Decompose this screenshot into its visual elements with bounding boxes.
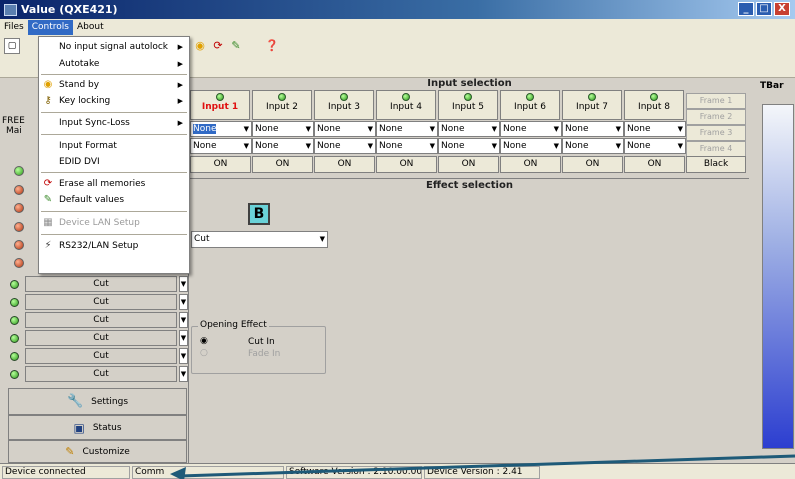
chevron-right-icon: ▶ bbox=[177, 97, 183, 105]
menu-item-no-input-signal-autolock[interactable]: No input signal autolock ▶ bbox=[39, 39, 189, 55]
chevron-right-icon: ▶ bbox=[177, 60, 183, 68]
menu-item-autotake[interactable]: Autotake ▶ bbox=[39, 56, 189, 72]
menu-separator bbox=[41, 112, 187, 113]
lan-icon: ▦ bbox=[43, 217, 53, 228]
menu-item-label: Key locking bbox=[59, 96, 111, 106]
key-icon: ⚷ bbox=[44, 95, 52, 106]
chevron-right-icon: ▶ bbox=[177, 43, 183, 51]
standby-icon: ◉ bbox=[43, 79, 53, 90]
chevron-right-icon: ▶ bbox=[177, 119, 183, 127]
menu-separator bbox=[41, 74, 187, 75]
menu-item-label: Input Sync-Loss bbox=[59, 118, 130, 128]
annotation-line bbox=[179, 454, 795, 478]
menu-item-label: RS232/LAN Setup bbox=[59, 241, 139, 251]
menu-item-default-values[interactable]: ✎ Default values bbox=[39, 192, 189, 208]
menu-item-label: Input Format bbox=[59, 141, 117, 151]
menu-item-label: Device LAN Setup bbox=[59, 218, 140, 228]
menu-item-key-locking[interactable]: ⚷ Key locking ▶ bbox=[39, 93, 189, 109]
rs232-icon: ⚡ bbox=[44, 240, 52, 251]
menu-item-rs232-lan-setup[interactable]: ⚡ RS232/LAN Setup bbox=[39, 238, 189, 254]
menu-item-erase-all-memories[interactable]: ⟳ Erase all memories bbox=[39, 176, 189, 192]
default-values-icon: ✎ bbox=[43, 194, 53, 205]
menu-item-label: Stand by bbox=[59, 80, 100, 90]
menu-item-label: Default values bbox=[59, 195, 125, 205]
menu-separator bbox=[41, 211, 187, 212]
menu-item-label: Autotake bbox=[59, 59, 100, 69]
menu-item-stand-by[interactable]: ◉ Stand by ▶ bbox=[39, 77, 189, 93]
menu-item-label: Erase all memories bbox=[59, 179, 146, 189]
menu-item-input-sync-loss[interactable]: Input Sync-Loss ▶ bbox=[39, 115, 189, 131]
menu-item-device-lan-setup: ▦ Device LAN Setup bbox=[39, 215, 189, 231]
menu-item-label: No input signal autolock bbox=[59, 42, 169, 52]
chevron-right-icon: ▶ bbox=[177, 81, 183, 89]
menu-item-label: EDID DVI bbox=[59, 157, 100, 167]
menu-item-edid-dvi[interactable]: EDID DVI bbox=[39, 154, 189, 170]
menu-separator bbox=[41, 134, 187, 135]
erase-icon: ⟳ bbox=[43, 178, 53, 189]
menu-separator bbox=[41, 172, 187, 173]
annotation-arrowhead bbox=[170, 467, 186, 479]
menu-separator bbox=[41, 234, 187, 235]
controls-menu: No input signal autolock ▶ Autotake ▶ ◉ Sta… bbox=[38, 36, 190, 274]
menu-item-input-format[interactable]: Input Format bbox=[39, 138, 189, 154]
